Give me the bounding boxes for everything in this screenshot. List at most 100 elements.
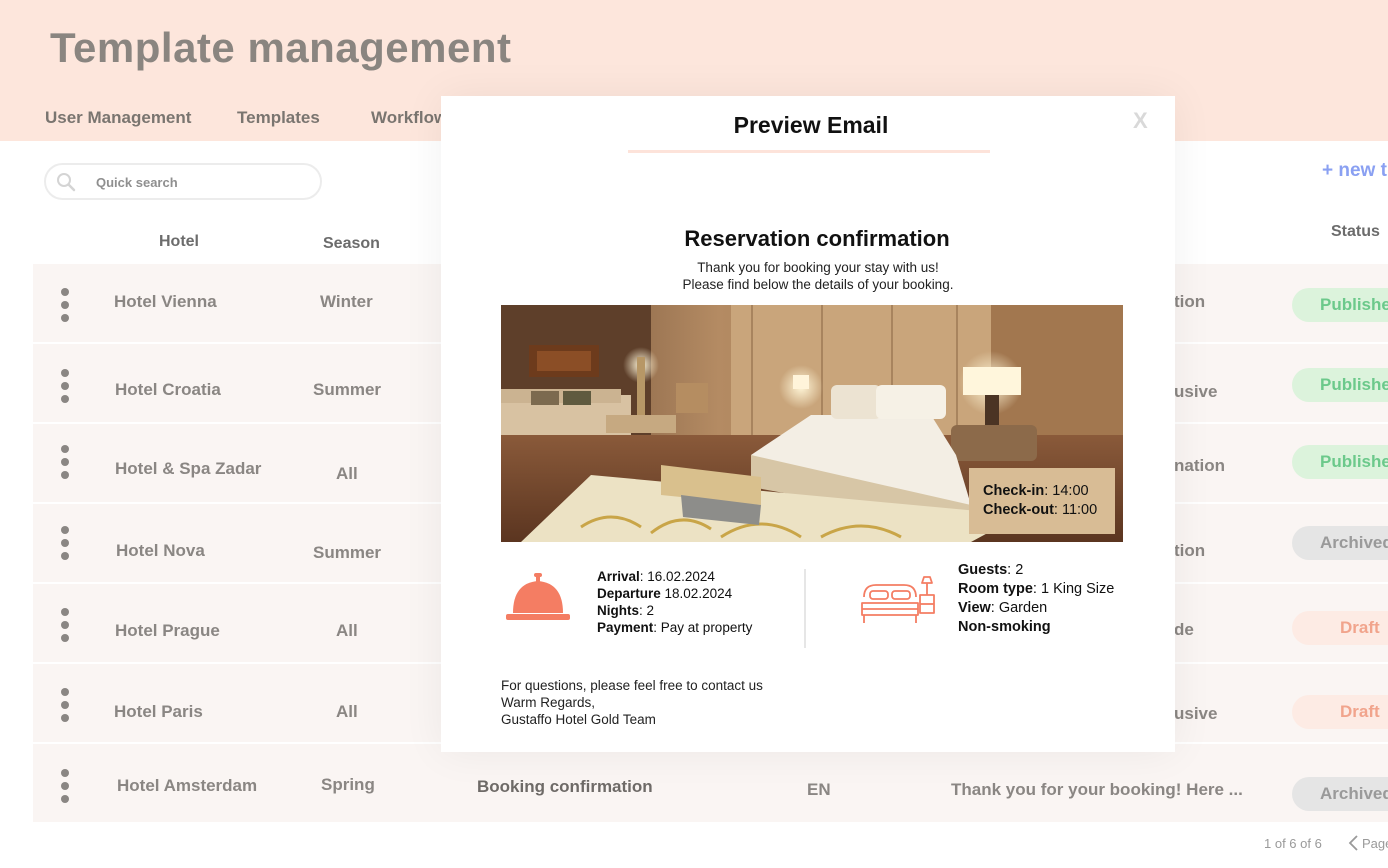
kebab-menu-icon[interactable] (58, 526, 72, 560)
arrival-line: Arrival: 16.02.2024 (597, 568, 752, 585)
email-footer: For questions, please feel free to conta… (501, 677, 763, 728)
page-title: Template management (50, 24, 512, 71)
checkout-line: Check-out: 11:00 (983, 501, 1115, 520)
booking-details-right: Guests: 2 Room type: 1 King Size View: G… (958, 561, 1114, 637)
arrival-label: Arrival (597, 569, 640, 584)
search-icon (57, 173, 76, 192)
template-cell: usive (1174, 704, 1218, 723)
column-header-season[interactable]: Season (323, 235, 380, 253)
language-cell: EN (807, 780, 831, 799)
checkin-label: Check-in (983, 483, 1045, 499)
departure-line: Departure 18.02.2024 (597, 585, 752, 602)
template-cell: tion (1174, 541, 1206, 560)
close-icon[interactable]: X (1133, 108, 1148, 134)
footer-line: Gustaffo Hotel Gold Team (501, 712, 656, 727)
season-cell: All (336, 702, 358, 721)
subject-cell: Thank you for your booking! Here ... (951, 780, 1243, 799)
booking-details-left: Arrival: 16.02.2024 Departure 18.02.2024… (597, 568, 752, 636)
email-intro: Thank you for booking your stay with us!… (441, 259, 1195, 293)
departure-label: Departure (597, 586, 661, 601)
guests-label: Guests (958, 562, 1008, 578)
view-value: : Garden (990, 600, 1048, 616)
checkin-line: Check-in: 14:00 (983, 482, 1115, 501)
nights-line: Nights: 2 (597, 602, 752, 619)
details-divider (804, 569, 806, 648)
kebab-menu-icon[interactable] (58, 608, 72, 642)
status-badge: Draft (1292, 695, 1388, 729)
nonsmoking-line: Non-smoking (958, 618, 1114, 637)
season-cell: Winter (320, 292, 373, 311)
hotel-cell: Hotel & Spa Zadar (115, 459, 262, 478)
new-template-button[interactable]: + new t (1322, 160, 1387, 182)
search-input[interactable] (94, 165, 308, 200)
template-cell: Booking confirmation (477, 777, 653, 796)
search-box[interactable] (44, 163, 322, 200)
view-line: View: Garden (958, 599, 1114, 618)
checkout-value: : 11:00 (1053, 502, 1098, 518)
template-cell: de (1174, 620, 1194, 639)
payment-label: Payment (597, 620, 654, 635)
status-badge: Publishe (1292, 445, 1388, 479)
template-cell: usive (1174, 382, 1218, 401)
payment-line: Payment: Pay at property (597, 619, 752, 636)
season-cell: Spring (321, 775, 375, 794)
season-cell: All (336, 621, 358, 640)
roomtype-label: Room type (958, 581, 1033, 597)
guests-line: Guests: 2 (958, 561, 1114, 580)
intro-line: Thank you for booking your stay with us! (697, 260, 939, 275)
footer-line: Warm Regards, (501, 695, 596, 710)
status-badge: Archived (1292, 526, 1388, 560)
departure-value: 18.02.2024 (660, 586, 733, 601)
nights-value: : 2 (639, 603, 655, 618)
bell-icon (506, 573, 570, 620)
view-label: View (958, 600, 991, 616)
checkin-value: : 14:00 (1044, 483, 1089, 499)
nights-label: Nights (597, 603, 639, 618)
hotel-cell: Hotel Amsterdam (117, 776, 258, 795)
pagination-text: 1 of 6 of 6 (1264, 836, 1322, 851)
status-badge: Publishe (1292, 288, 1388, 322)
footer-line: For questions, please feel free to conta… (501, 678, 763, 693)
nav-tab-workflow[interactable]: Workflow (371, 108, 447, 128)
kebab-menu-icon[interactable] (58, 369, 72, 403)
status-badge: Publishe (1292, 368, 1388, 402)
kebab-menu-icon[interactable] (58, 445, 72, 479)
hotel-cell: Hotel Paris (114, 702, 203, 721)
season-cell: All (336, 464, 358, 483)
nav-tab-user-management[interactable]: User Management (45, 108, 191, 128)
column-header-status[interactable]: Status (1331, 223, 1380, 241)
pagination-label: Page (1362, 836, 1388, 851)
hotel-cell: Hotel Croatia (115, 380, 221, 399)
kebab-menu-icon[interactable] (58, 288, 72, 322)
season-cell: Summer (313, 543, 382, 562)
hotel-cell: Hotel Nova (116, 541, 205, 560)
roomtype-value: : 1 King Size (1032, 581, 1115, 597)
hotel-room-image: Check-in: 14:00 Check-out: 11:00 (501, 305, 1123, 542)
chevron-left-icon[interactable] (1346, 833, 1360, 853)
kebab-menu-icon[interactable] (58, 769, 72, 803)
template-cell: tion (1174, 292, 1206, 311)
nav-tab-templates[interactable]: Templates (237, 108, 320, 128)
status-badge: Archived (1292, 777, 1388, 811)
title-underline (628, 150, 990, 153)
column-header-hotel[interactable]: Hotel (159, 233, 199, 251)
guests-value: : 2 (1007, 562, 1024, 578)
table-row[interactable]: Hotel Amsterdam Spring Booking confirmat… (33, 744, 1388, 822)
arrival-value: : 16.02.2024 (639, 569, 715, 584)
template-cell: nation (1174, 456, 1225, 475)
nonsmoking-label: Non-smoking (958, 619, 1051, 635)
status-badge: Draft (1292, 611, 1388, 645)
kebab-menu-icon[interactable] (58, 688, 72, 722)
season-cell: Summer (313, 380, 382, 399)
roomtype-line: Room type: 1 King Size (958, 580, 1114, 599)
hotel-cell: Hotel Vienna (114, 292, 217, 311)
email-heading: Reservation confirmation (684, 226, 950, 251)
checkout-label: Check-out (983, 502, 1054, 518)
modal-title: Preview Email (733, 112, 889, 138)
bed-icon (861, 576, 935, 623)
hotel-cell: Hotel Prague (115, 621, 220, 640)
preview-email-modal: Preview Email X Reservation confirmation… (441, 96, 1175, 752)
payment-value: : Pay at property (653, 620, 753, 635)
checkin-checkout-box: Check-in: 14:00 Check-out: 11:00 (969, 468, 1115, 534)
intro-line: Please find below the details of your bo… (682, 277, 954, 292)
